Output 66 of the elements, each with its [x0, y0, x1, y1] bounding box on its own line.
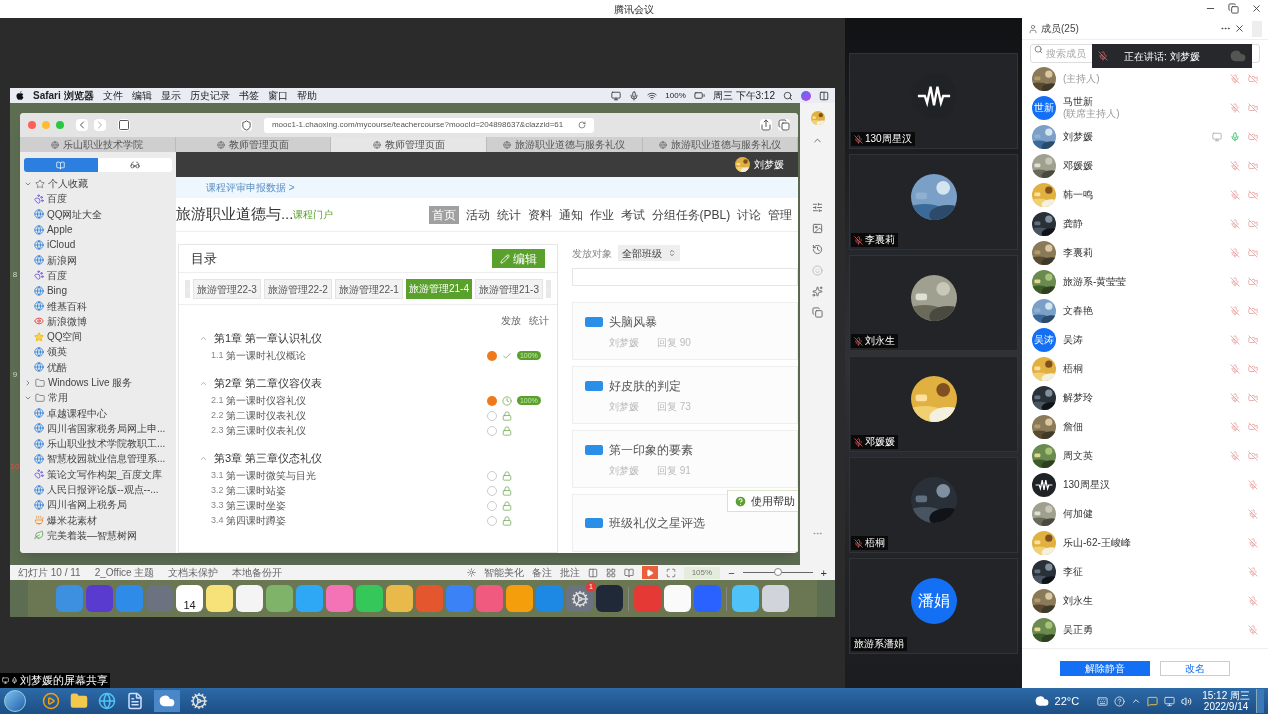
member-name: 解梦玲	[1063, 391, 1093, 404]
member-name: 旅游系-黄莹莹	[1063, 275, 1127, 288]
member-name: 马世新	[1063, 95, 1093, 107]
slide-number: 9	[12, 369, 18, 381]
reply-count: 回复 90	[656, 335, 691, 350]
initials-avatar: 潘娟	[910, 578, 957, 624]
member-name: 刘梦媛	[1063, 130, 1093, 143]
member-name: 何加健	[1063, 507, 1093, 520]
column-header: 统计	[528, 314, 549, 328]
activity-title: 头脑风暴	[608, 313, 657, 331]
column-header: 发放	[500, 314, 521, 328]
lesson-number: 2.3	[210, 423, 225, 437]
status-text: 幻灯片 10 / 11	[18, 566, 81, 579]
member-name: 龚静	[1063, 217, 1083, 230]
panel-title: 成员(25)	[1041, 22, 1079, 36]
menu-clock: 周三 下午3:12	[712, 89, 775, 103]
member-role: (主持人)	[1063, 72, 1100, 85]
member-name: 吴正勇	[1063, 623, 1093, 636]
catalog-title: 目录	[190, 249, 217, 268]
lesson-number: 1.1	[210, 348, 225, 362]
member-name: 周文英	[1063, 449, 1093, 462]
lesson-number: 3.4	[210, 513, 225, 527]
member-name: 吴涛	[1063, 333, 1083, 346]
temperature: 22°C	[1054, 693, 1080, 709]
initials-avatar: 世新	[1032, 95, 1056, 120]
lesson-number: 3.1	[210, 468, 225, 482]
battery-percent: 100%	[665, 89, 686, 102]
taskbar-date: 2022/9/14	[1203, 701, 1249, 712]
window-title: 腾讯会议	[614, 2, 654, 17]
member-name: 乐山-62-王峻峰	[1063, 536, 1131, 549]
lesson-number: 2.1	[210, 393, 225, 407]
course-title: 旅游职业道德与...	[175, 204, 294, 225]
member-name: 李征	[1063, 565, 1083, 578]
member-name: 李裏莉	[1063, 246, 1093, 259]
participant-name: 李裏莉	[865, 234, 895, 246]
speaking-text: 正在讲话: 刘梦媛	[1124, 49, 1200, 64]
lesson-number: 3.2	[210, 483, 225, 497]
participant-name: 旅游系潘娟	[854, 638, 904, 650]
target-label: 发放对象	[571, 246, 612, 261]
participant-name: 邓媛媛	[865, 436, 895, 448]
taskbar-time: 15:12 周三	[1202, 690, 1250, 701]
member-name: 韩一鸣	[1063, 188, 1093, 201]
participant-name: 130周星汉	[865, 133, 912, 145]
member-name: 邓媛媛	[1063, 159, 1093, 172]
member-name: 文春艳	[1063, 304, 1093, 317]
participant-name: 梧桐	[865, 537, 885, 549]
activity-title: 第一印象的要素	[608, 441, 693, 459]
slide-number: 10	[10, 461, 20, 473]
member-role: (联席主持人)	[1063, 107, 1120, 120]
member-name: 130周星汉	[1063, 478, 1110, 491]
initials-avatar: 吴涛	[1032, 327, 1056, 352]
participant-name: 刘永生	[865, 335, 895, 347]
lesson-number: 3.3	[210, 498, 225, 512]
member-name: 詹佃	[1063, 420, 1083, 433]
status-text: 文档未保护	[168, 566, 219, 579]
lesson-number: 2.2	[210, 408, 225, 422]
status-text: 2_Office 主题	[94, 566, 155, 579]
slide-number: 8	[12, 269, 18, 281]
reply-count: 回复 91	[656, 463, 691, 478]
member-name: 刘永生	[1063, 594, 1093, 607]
activity-title: 班级礼仪之星评选	[608, 515, 705, 532]
member-name: 梧桐	[1063, 362, 1083, 375]
reply-count: 回复 73	[656, 399, 691, 414]
status-text: 本地备份开	[232, 566, 283, 579]
share-label: 刘梦媛的屏幕共享	[20, 674, 108, 687]
activity-title: 好皮肤的判定	[608, 377, 681, 395]
